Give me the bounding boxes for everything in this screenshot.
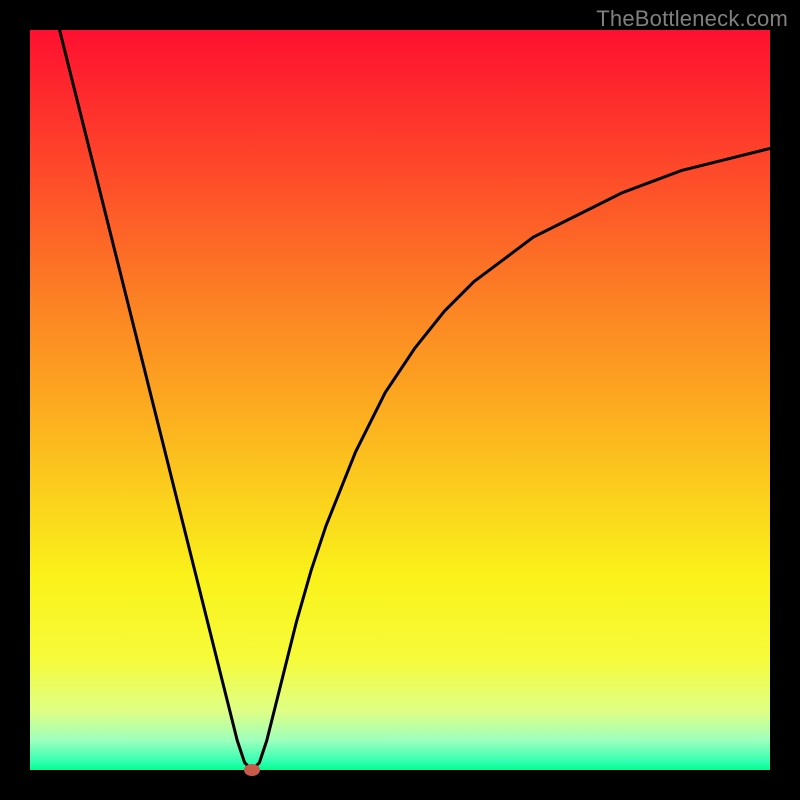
curve-svg [30, 30, 770, 770]
chart-frame: TheBottleneck.com [0, 0, 800, 800]
minimum-marker [244, 764, 260, 776]
watermark-text: TheBottleneck.com [596, 6, 788, 32]
plot-area [30, 30, 770, 770]
bottleneck-curve [60, 30, 770, 770]
